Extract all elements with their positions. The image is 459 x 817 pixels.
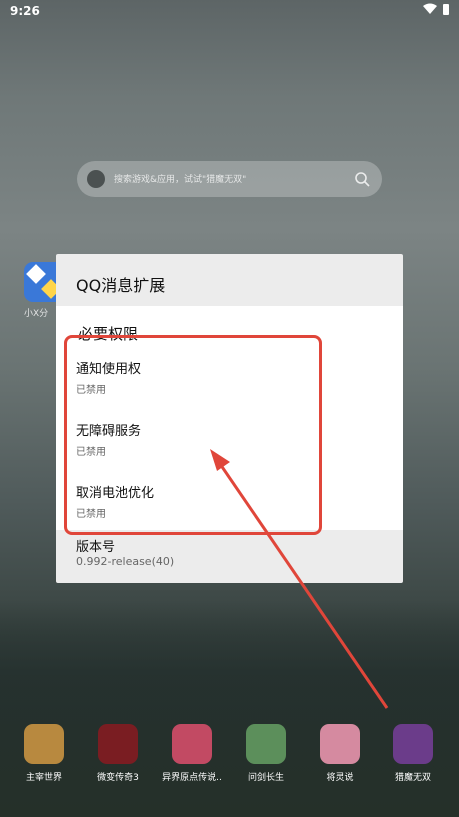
dock-app-label: 问剑长生 (247, 773, 284, 783)
dock-app[interactable]: 问剑长生 (229, 724, 303, 783)
dock-app-label: 异界原点传说.. (162, 773, 222, 783)
dock-app[interactable]: 猎魔无双 (376, 724, 450, 783)
status-time: 9:26 (10, 4, 40, 18)
dock-app-label: 将灵说 (326, 773, 354, 783)
dock-app[interactable]: 异界原点传说.. (155, 724, 229, 783)
dock-app-label: 微变传奇3 (97, 773, 139, 783)
app-icon (393, 724, 433, 764)
dock-app-label: 猎魔无双 (394, 773, 431, 783)
app-icon (24, 724, 64, 764)
wifi-icon (423, 3, 437, 14)
game-center-logo-icon (87, 170, 105, 188)
battery-icon (443, 3, 449, 15)
app-icon (172, 724, 212, 764)
dock-app[interactable]: 微变传奇3 (81, 724, 155, 783)
app-icon (320, 724, 360, 764)
app-icon (98, 724, 138, 764)
dock: 主宰世界 微变传奇3 异界原点传说.. 问剑长生 将灵说 猎魔无双 (0, 724, 459, 794)
highlight-box (64, 335, 322, 535)
search-icon[interactable] (354, 171, 370, 187)
dock-app[interactable]: 主宰世界 (7, 724, 81, 783)
settings-title: QQ消息扩展 (76, 276, 166, 295)
version-value: 0.992-release(40) (76, 555, 175, 568)
app-label-left: 小X分 (24, 309, 49, 319)
status-bar: 9:26 (0, 0, 459, 22)
dock-app-label: 主宰世界 (25, 773, 62, 783)
app-icon (246, 724, 286, 764)
search-placeholder: 搜索游戏&应用，试试"猎魔无双" (114, 175, 247, 185)
search-input[interactable]: 搜索游戏&应用，试试"猎魔无双" (77, 161, 382, 197)
version-label: 版本号 (76, 540, 116, 555)
dock-app[interactable]: 将灵说 (303, 724, 377, 783)
